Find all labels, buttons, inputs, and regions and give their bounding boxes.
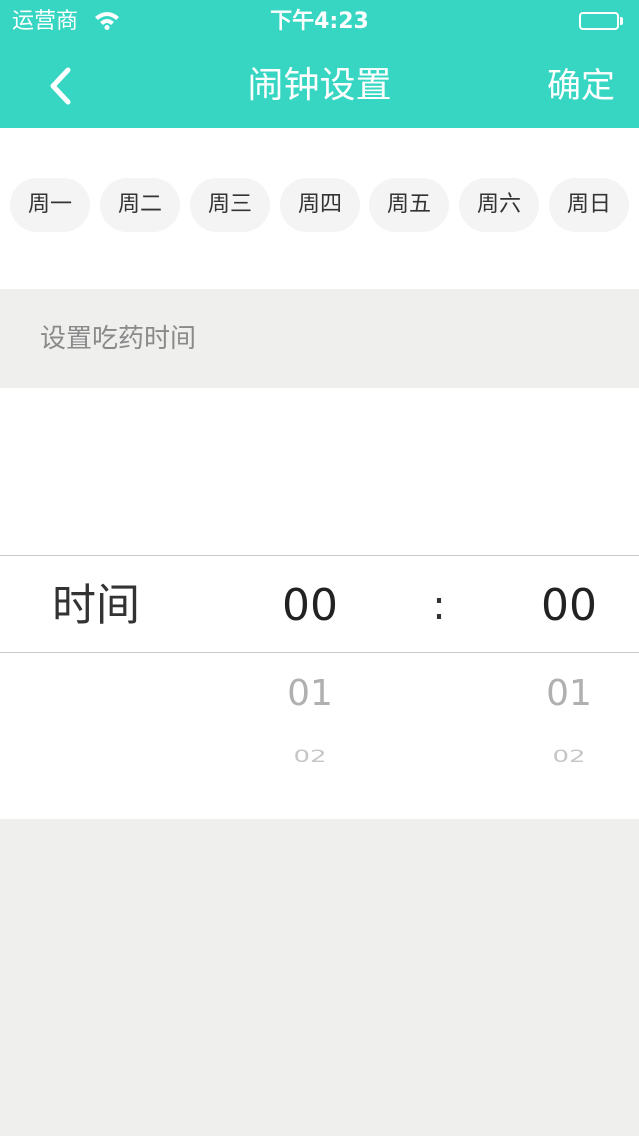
hour-option[interactable]: 01 <box>240 670 380 718</box>
hour-wheel[interactable]: 00 01 02 <box>240 388 380 819</box>
time-separator: : <box>432 583 446 629</box>
status-time: 下午4:23 <box>270 9 369 34</box>
time-picker[interactable]: 时间 00 01 02 : 00 01 02 <box>0 388 639 819</box>
app-header: 运营商 下午4:23 闹钟设置 确定 <box>0 0 639 128</box>
day-chip-monday[interactable]: 周一 <box>10 178 90 232</box>
time-label: 时间 <box>52 580 140 631</box>
hour-selected[interactable]: 00 <box>240 576 380 636</box>
day-chip-wednesday[interactable]: 周三 <box>190 178 270 232</box>
weekday-selector: 周一 周二 周三 周四 周五 周六 周日 <box>0 128 639 289</box>
section-header: 设置吃药时间 <box>0 289 639 388</box>
section-label: 设置吃药时间 <box>40 324 197 354</box>
day-chip-sunday[interactable]: 周日 <box>549 178 629 232</box>
day-chip-friday[interactable]: 周五 <box>369 178 449 232</box>
day-chip-thursday[interactable]: 周四 <box>280 178 360 232</box>
minute-option[interactable]: 02 <box>499 747 639 767</box>
hour-option[interactable]: 02 <box>240 747 380 767</box>
battery-icon <box>579 12 623 30</box>
minute-wheel[interactable]: 00 01 02 <box>499 388 639 819</box>
nav-bar: 闹钟设置 确定 <box>0 44 639 128</box>
confirm-button[interactable]: 确定 <box>547 62 615 110</box>
day-chip-saturday[interactable]: 周六 <box>459 178 539 232</box>
page-title: 闹钟设置 <box>247 65 392 106</box>
status-bar: 运营商 下午4:23 <box>0 0 639 44</box>
day-chip-tuesday[interactable]: 周二 <box>100 178 180 232</box>
minute-selected[interactable]: 00 <box>499 576 639 636</box>
minute-option[interactable]: 01 <box>499 670 639 718</box>
